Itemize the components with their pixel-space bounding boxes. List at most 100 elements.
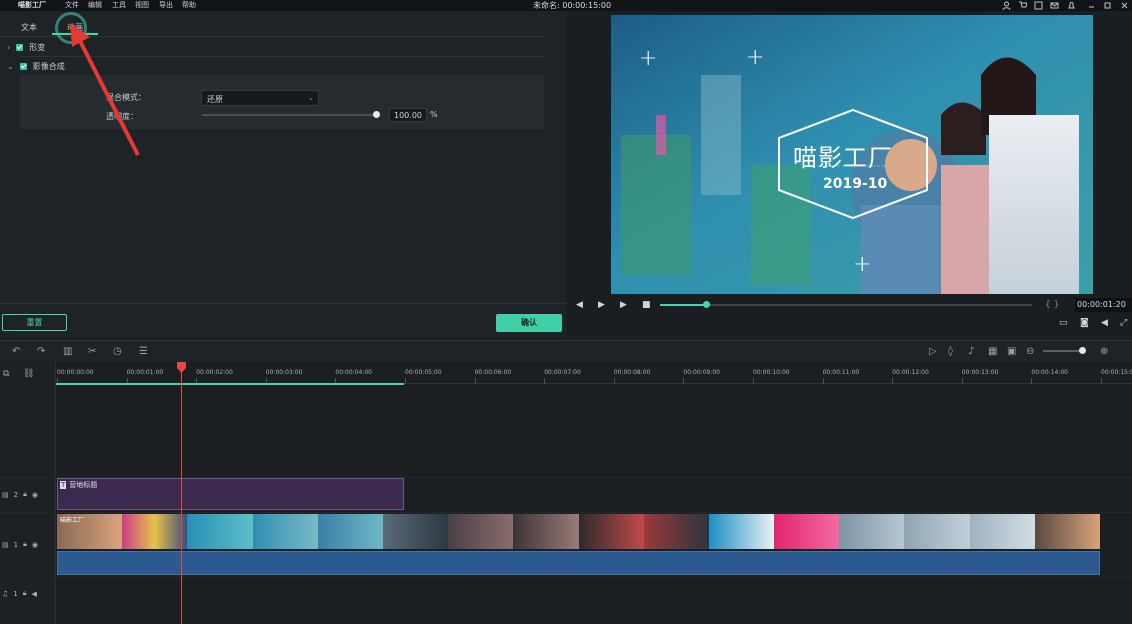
section-label: 形变 <box>29 42 46 52</box>
lock-icon[interactable]: 🔒︎ <box>23 589 27 598</box>
clip-thumbnail <box>643 514 709 549</box>
clip-thumbnail <box>122 514 188 549</box>
redo-icon[interactable]: ↷ <box>37 346 45 357</box>
zoom-out-icon[interactable]: ⊖ <box>1026 346 1034 357</box>
audio-clip[interactable] <box>57 551 1100 575</box>
cut-icon[interactable]: ✂ <box>88 346 96 357</box>
volume-icon[interactable]: ◀ <box>1101 318 1108 328</box>
snapshot-icon[interactable]: ◙ <box>1080 318 1089 328</box>
reset-button[interactable]: 重置 <box>2 314 67 331</box>
ruler-tick-label: 00:00:11:00 <box>822 369 860 376</box>
menu-edit[interactable]: 编辑 <box>88 0 102 10</box>
blend-mode-select[interactable]: 还原 ⌄ <box>201 90 319 106</box>
undo-icon[interactable]: ↶ <box>12 346 20 357</box>
mark-in-out-icon[interactable]: { } <box>1045 300 1059 310</box>
link-icon[interactable]: ⛓ <box>23 369 34 379</box>
opacity-input[interactable]: 100.00 <box>389 108 427 122</box>
eye-icon[interactable]: ◉ <box>32 541 38 549</box>
eye-icon[interactable]: ◉ <box>32 491 38 499</box>
ruler-tick <box>474 378 476 384</box>
user-icon[interactable] <box>1002 1 1011 10</box>
mixer-icon[interactable]: ▦ <box>988 346 997 357</box>
section-transform[interactable]: › 形变 <box>7 41 45 53</box>
clip-thumbnail <box>774 514 840 549</box>
compositing-checkbox[interactable] <box>19 62 27 70</box>
overlay-date-text[interactable]: 2019-10 <box>823 176 887 192</box>
ruler-tick-label: 00:00:02:00 <box>196 369 233 376</box>
menu-view[interactable]: 视图 <box>135 0 149 10</box>
clip-thumbnail <box>513 514 579 549</box>
play-icon[interactable]: ▶ <box>620 300 627 310</box>
zoom-in-icon[interactable]: ⊕ <box>1100 346 1108 357</box>
zoom-slider-handle[interactable] <box>1079 347 1086 354</box>
track-header-audio: ♫ 1 🔒︎ ◀ <box>2 589 37 598</box>
subtitle-icon[interactable]: ▣ <box>1007 346 1016 357</box>
ruler-tick-label: 00:00:15:00 <box>1101 369 1132 376</box>
menu-help[interactable]: 帮助 <box>182 0 196 10</box>
transform-checkbox[interactable] <box>16 43 24 51</box>
close-icon[interactable] <box>1120 1 1129 10</box>
lock-icon[interactable]: 🔒︎ <box>23 540 27 549</box>
playback-scrubber[interactable] <box>660 304 1032 306</box>
overlay-title-text[interactable]: 喵影工厂 <box>793 138 893 173</box>
menu-tools[interactable]: 工具 <box>112 0 126 10</box>
lock-icon[interactable]: 🔒︎ <box>23 490 27 499</box>
playback-progress <box>660 304 706 306</box>
delete-icon[interactable]: ▥ <box>63 346 72 357</box>
video-clip[interactable] <box>57 514 1100 549</box>
preview-timecode: 00:00:01:20 <box>1075 298 1132 312</box>
blend-mode-value: 还原 <box>207 95 223 104</box>
plus-marker-icon: + <box>639 46 658 71</box>
playhead-handle[interactable] <box>177 362 186 373</box>
ruler-tick-label: 00:00:07:00 <box>544 369 581 376</box>
speed-icon[interactable]: ◷ <box>113 346 122 357</box>
stop-icon[interactable]: ■ <box>642 300 651 310</box>
scrubber-handle[interactable] <box>703 301 710 308</box>
menu-export[interactable]: 导出 <box>159 0 173 10</box>
playhead-line[interactable] <box>181 366 182 624</box>
ruler-tick-label: 00:00:05:00 <box>405 369 442 376</box>
speaker-icon[interactable]: ◀ <box>31 590 36 598</box>
ruler-tick-label: 00:00:14:00 <box>1031 369 1068 376</box>
clip-thumbnail <box>1034 514 1100 549</box>
render-icon[interactable]: ▷ <box>929 346 937 357</box>
music-icon: ♫ <box>2 589 9 598</box>
ruler-tick-label: 00:00:09:00 <box>683 369 720 376</box>
prev-frame-icon[interactable]: ◀ <box>576 300 583 310</box>
notification-icon[interactable] <box>1067 1 1076 10</box>
cart-icon[interactable] <box>1018 1 1027 10</box>
app-logo: 喵影工厂 <box>18 1 46 9</box>
microphone-icon[interactable]: ♪ <box>968 346 974 357</box>
ruler-tick <box>683 378 685 384</box>
ok-button[interactable]: 确认 <box>496 314 562 332</box>
percent-unit: % <box>430 110 438 119</box>
text-clip-icon: T <box>60 481 67 489</box>
menu-file[interactable]: 文件 <box>65 0 79 10</box>
minimize-icon[interactable] <box>1087 1 1096 10</box>
add-track-icon[interactable]: ⧉ <box>3 369 9 379</box>
ruler-tick <box>1101 378 1102 384</box>
opacity-slider[interactable] <box>202 114 378 116</box>
plus-marker-icon: + <box>853 252 872 277</box>
track-header-video: ▤ 1 🔒︎ ◉ <box>2 540 38 549</box>
clip-thumbnail <box>187 514 253 549</box>
step-play-icon[interactable]: ▶ <box>598 300 605 310</box>
section-compositing[interactable]: ⌄ 影像合成 <box>7 60 65 72</box>
mail-icon[interactable] <box>1050 1 1059 10</box>
title-clip[interactable] <box>57 478 404 510</box>
track-video-icon: ▤ <box>2 540 9 549</box>
ruler-tick-label: 00:00:01:00 <box>126 369 164 376</box>
adjust-icon[interactable]: ☰ <box>139 346 148 357</box>
marker-icon[interactable]: ◊ <box>948 346 953 357</box>
opacity-slider-handle[interactable] <box>373 111 380 118</box>
clip-thumbnail <box>969 514 1035 549</box>
save-icon[interactable] <box>1034 1 1043 10</box>
maximize-icon[interactable] <box>1103 1 1112 10</box>
tab-text[interactable]: 文本 <box>21 22 37 33</box>
fullscreen-icon[interactable]: ⤢ <box>1120 318 1127 328</box>
clip-thumbnail <box>578 514 644 549</box>
clip-thumbnail <box>708 514 775 549</box>
title-clip-name: 营地标题 <box>69 481 98 489</box>
display-icon[interactable]: ▭ <box>1059 318 1068 328</box>
title-clip-label: T 营地标题 <box>60 480 97 490</box>
